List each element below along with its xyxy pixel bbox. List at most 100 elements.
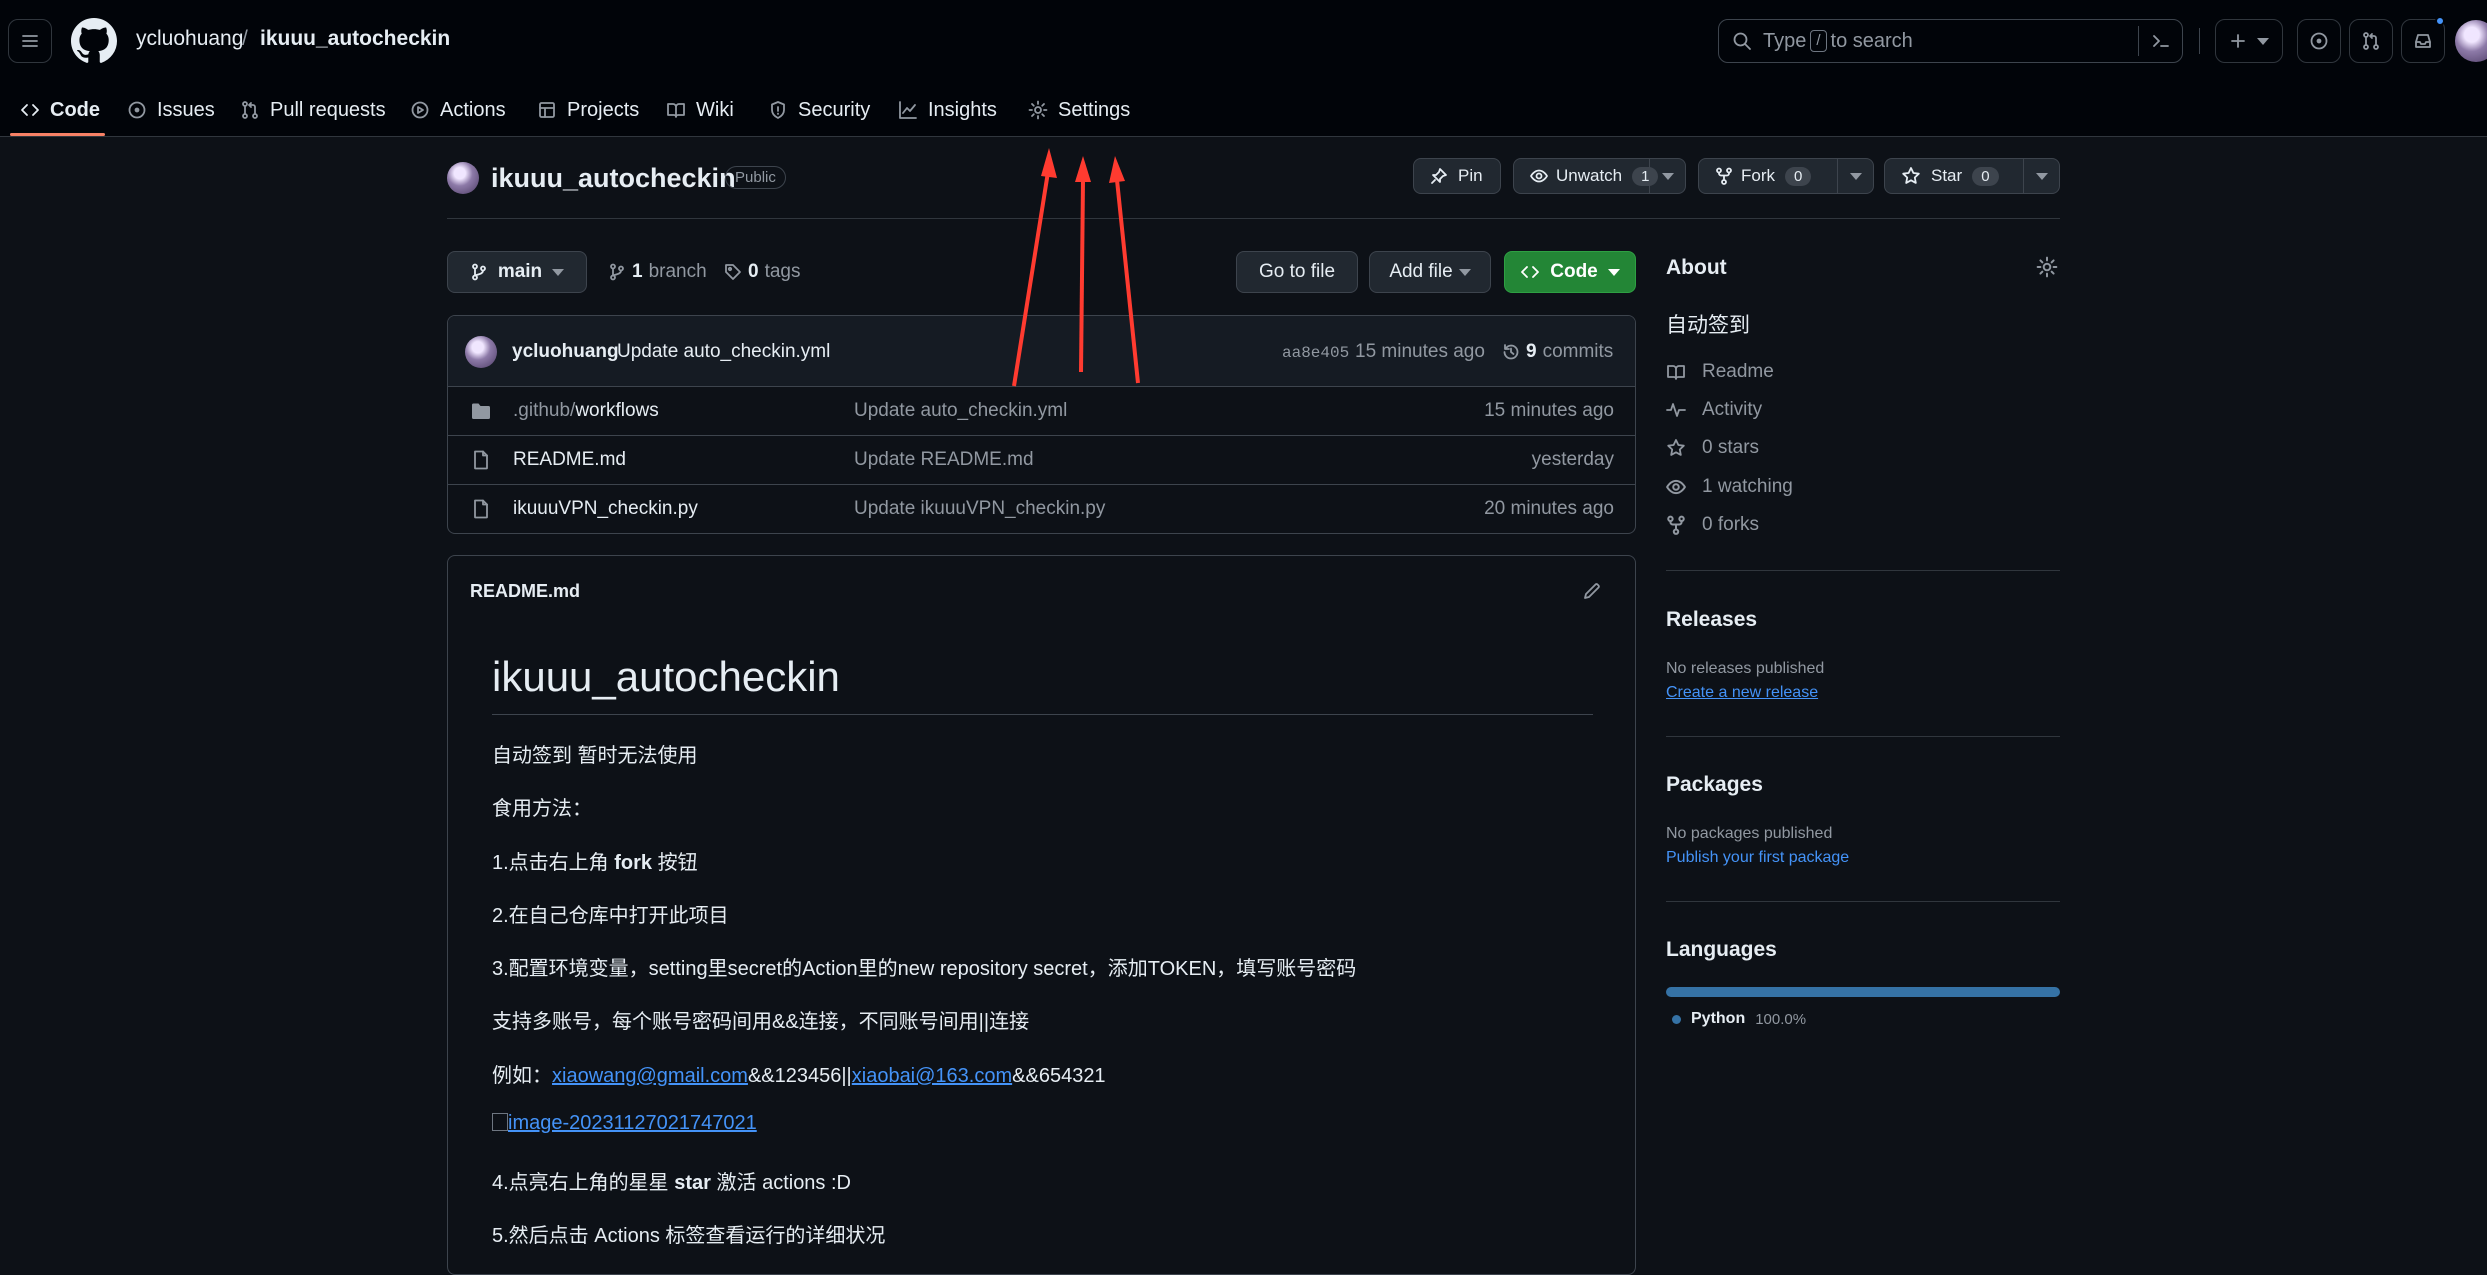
- branches-link[interactable]: 1 branch: [608, 261, 707, 283]
- releases-empty-text: No releases published: [1666, 660, 1825, 677]
- readme-line: 支持多账号，每个账号密码间用&&连接，不同账号间用||连接: [492, 1011, 1030, 1033]
- tab-wiki[interactable]: Wiki: [666, 92, 734, 128]
- readme-step-5: 5.然后点击 Actions 标签查看运行的详细状况: [492, 1225, 886, 1247]
- step4-text-a: 4.点亮右上角的星星: [492, 1172, 675, 1194]
- file-name[interactable]: ikuuuVPN_checkin.py: [513, 498, 698, 520]
- tab-actions[interactable]: Actions: [410, 92, 506, 128]
- publish-package-link[interactable]: Publish your first package: [1666, 849, 1849, 867]
- file-name[interactable]: .github/workflows: [513, 400, 659, 422]
- chevron-down-icon: [1607, 268, 1620, 276]
- sidebar-watching-link[interactable]: 1 watching: [1666, 476, 1793, 498]
- releases-title[interactable]: Releases: [1666, 608, 1757, 632]
- star-dropdown[interactable]: [2023, 159, 2059, 193]
- packages-title[interactable]: Packages: [1666, 773, 1763, 797]
- readme-step-1: 1.点击右上角 fork 按钮: [492, 846, 698, 875]
- tag-label: tags: [764, 261, 801, 282]
- sidebar-divider: [1666, 570, 2060, 571]
- file-commit-message[interactable]: Update ikuuuVPN_checkin.py: [854, 498, 1105, 520]
- create-release-link[interactable]: Create a new release: [1666, 684, 1818, 702]
- github-mark-icon: [71, 18, 117, 63]
- go-to-file-button[interactable]: Go to file: [1236, 251, 1358, 293]
- file-commit-message[interactable]: Update README.md: [854, 449, 1034, 471]
- commit-count: 9: [1526, 341, 1537, 362]
- file-row[interactable]: README.md Update README.md yesterday: [448, 436, 1635, 485]
- book-icon: [1667, 365, 1685, 380]
- step1-text-a: 1.点击右上角: [492, 852, 615, 874]
- chevron-down-icon: [1849, 172, 1862, 180]
- eye-icon: [1666, 479, 1686, 495]
- fork-button[interactable]: Fork 0: [1698, 158, 1874, 194]
- fork-dropdown[interactable]: [1837, 159, 1873, 193]
- repo-forked-icon: [1667, 515, 1685, 535]
- notification-dot: [2435, 16, 2445, 26]
- file-name[interactable]: README.md: [513, 449, 626, 471]
- repo-name[interactable]: ikuuu_autocheckin: [491, 163, 736, 194]
- file-row[interactable]: .github/workflows Update auto_checkin.ym…: [448, 387, 1635, 436]
- sidebar-forks-link[interactable]: 0 forks: [1666, 514, 1759, 536]
- sidebar-activity-link[interactable]: Activity: [1666, 399, 1762, 421]
- tab-pull-requests[interactable]: Pull requests: [240, 92, 386, 128]
- breadcrumb-owner[interactable]: ycluohuang: [136, 27, 243, 51]
- chevron-down-icon: [2035, 172, 2048, 180]
- sidebar-readme-link[interactable]: Readme: [1666, 361, 1774, 383]
- create-new-button[interactable]: [2215, 19, 2283, 63]
- breadcrumb-separator: /: [242, 27, 248, 50]
- tab-security[interactable]: Security: [768, 92, 870, 128]
- breadcrumb-repo[interactable]: ikuuu_autocheckin: [260, 27, 450, 51]
- unwatch-button[interactable]: Unwatch 1: [1513, 158, 1686, 194]
- command-palette-button[interactable]: [2138, 26, 2182, 56]
- watch-dropdown[interactable]: [1649, 159, 1685, 193]
- issue-opened-icon: [128, 101, 146, 119]
- code-button[interactable]: Code: [1504, 251, 1636, 293]
- header-divider: [2199, 28, 2200, 54]
- pin-label: Pin: [1458, 166, 1483, 185]
- language-bar-fill: [1666, 987, 2060, 997]
- eye-icon: [1530, 169, 1548, 183]
- branch-select-button[interactable]: main: [447, 251, 587, 293]
- file-row[interactable]: ikuuuVPN_checkin.py Update ikuuuVPN_chec…: [448, 485, 1635, 533]
- readme-panel: README.md ikuuu_autocheckin 自动签到 暂时无法使用 …: [447, 555, 1636, 1275]
- sidebar-stars-link[interactable]: 0 stars: [1666, 437, 1759, 459]
- sidebar-stars-label: 0 stars: [1702, 437, 1760, 458]
- tab-insights[interactable]: Insights: [898, 92, 997, 128]
- chevron-down-icon: [1661, 172, 1674, 180]
- readme-line: 自动签到 暂时无法使用: [492, 745, 698, 767]
- file-icon: [474, 450, 488, 470]
- commit-author[interactable]: ycluohuang: [512, 341, 619, 363]
- commits-history-link[interactable]: 9 commits: [1502, 341, 1613, 363]
- about-settings-button[interactable]: [2036, 256, 2058, 278]
- pin-icon: [1431, 168, 1447, 184]
- commit-author-avatar[interactable]: [465, 336, 497, 368]
- commit-message[interactable]: Update auto_checkin.yml: [617, 341, 830, 363]
- readme-filename[interactable]: README.md: [470, 581, 580, 602]
- edit-readme-button[interactable]: [1582, 581, 1602, 601]
- github-logo[interactable]: [71, 18, 117, 64]
- search-input[interactable]: Type / to search: [1718, 19, 2183, 63]
- example-mid: &&123456||: [747, 1065, 852, 1087]
- email-link[interactable]: xiaowang@gmail.com: [552, 1065, 748, 1087]
- tags-link[interactable]: 0 tags: [724, 261, 801, 283]
- menu-button[interactable]: [8, 19, 52, 63]
- pull-requests-button[interactable]: [2349, 19, 2393, 63]
- pulse-icon: [1666, 403, 1686, 417]
- email-link[interactable]: xiaobai@163.com: [852, 1065, 1012, 1087]
- repo-owner-avatar[interactable]: [447, 162, 479, 194]
- pin-button[interactable]: Pin: [1413, 158, 1501, 194]
- branch-label: branch: [648, 261, 707, 282]
- language-item[interactable]: Python 100.0%: [1672, 1010, 1806, 1028]
- commit-sha[interactable]: aa8e405: [1282, 344, 1349, 362]
- star-button[interactable]: Star 0: [1884, 158, 2060, 194]
- tab-settings[interactable]: Settings: [1028, 92, 1130, 128]
- unwatch-label: Unwatch: [1556, 166, 1623, 185]
- add-file-button[interactable]: Add file: [1369, 251, 1491, 293]
- tab-projects[interactable]: Projects: [537, 92, 639, 128]
- broken-image-link[interactable]: image-20231127021747021: [492, 1112, 757, 1135]
- tab-issues[interactable]: Issues: [127, 92, 215, 128]
- history-icon: [1503, 344, 1519, 360]
- file-commit-message[interactable]: Update auto_checkin.yml: [854, 400, 1067, 422]
- tab-pull-requests-label: Pull requests: [270, 98, 386, 121]
- hamburger-icon: [22, 35, 38, 47]
- user-avatar[interactable]: [2455, 20, 2487, 62]
- tab-code[interactable]: Code: [20, 92, 100, 128]
- issues-button[interactable]: [2297, 19, 2341, 63]
